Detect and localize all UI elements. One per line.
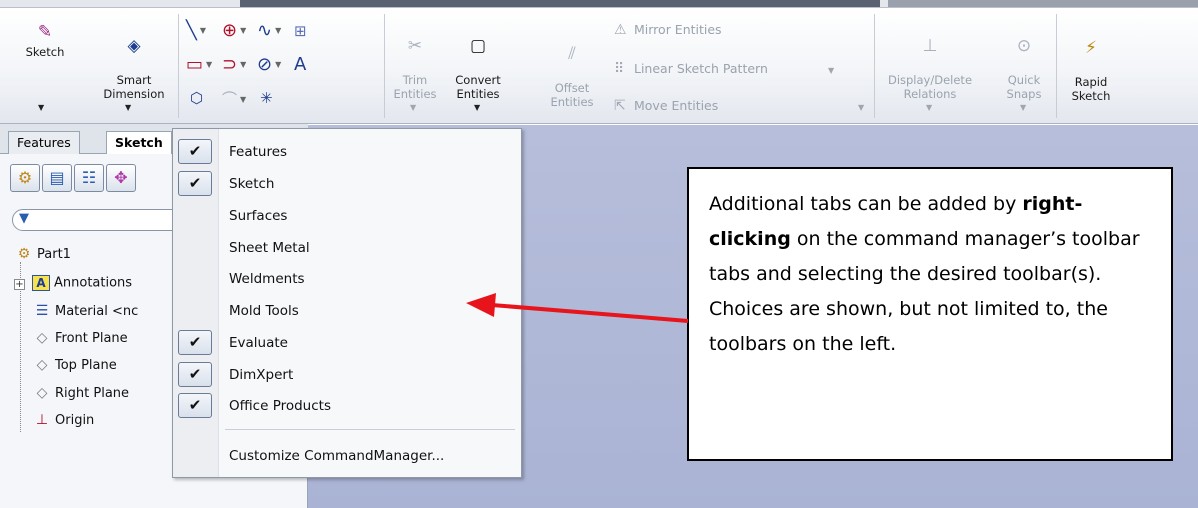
callout-arrow — [466, 293, 689, 323]
arrow-head-icon — [466, 293, 496, 317]
arrow-shaft — [491, 303, 689, 323]
